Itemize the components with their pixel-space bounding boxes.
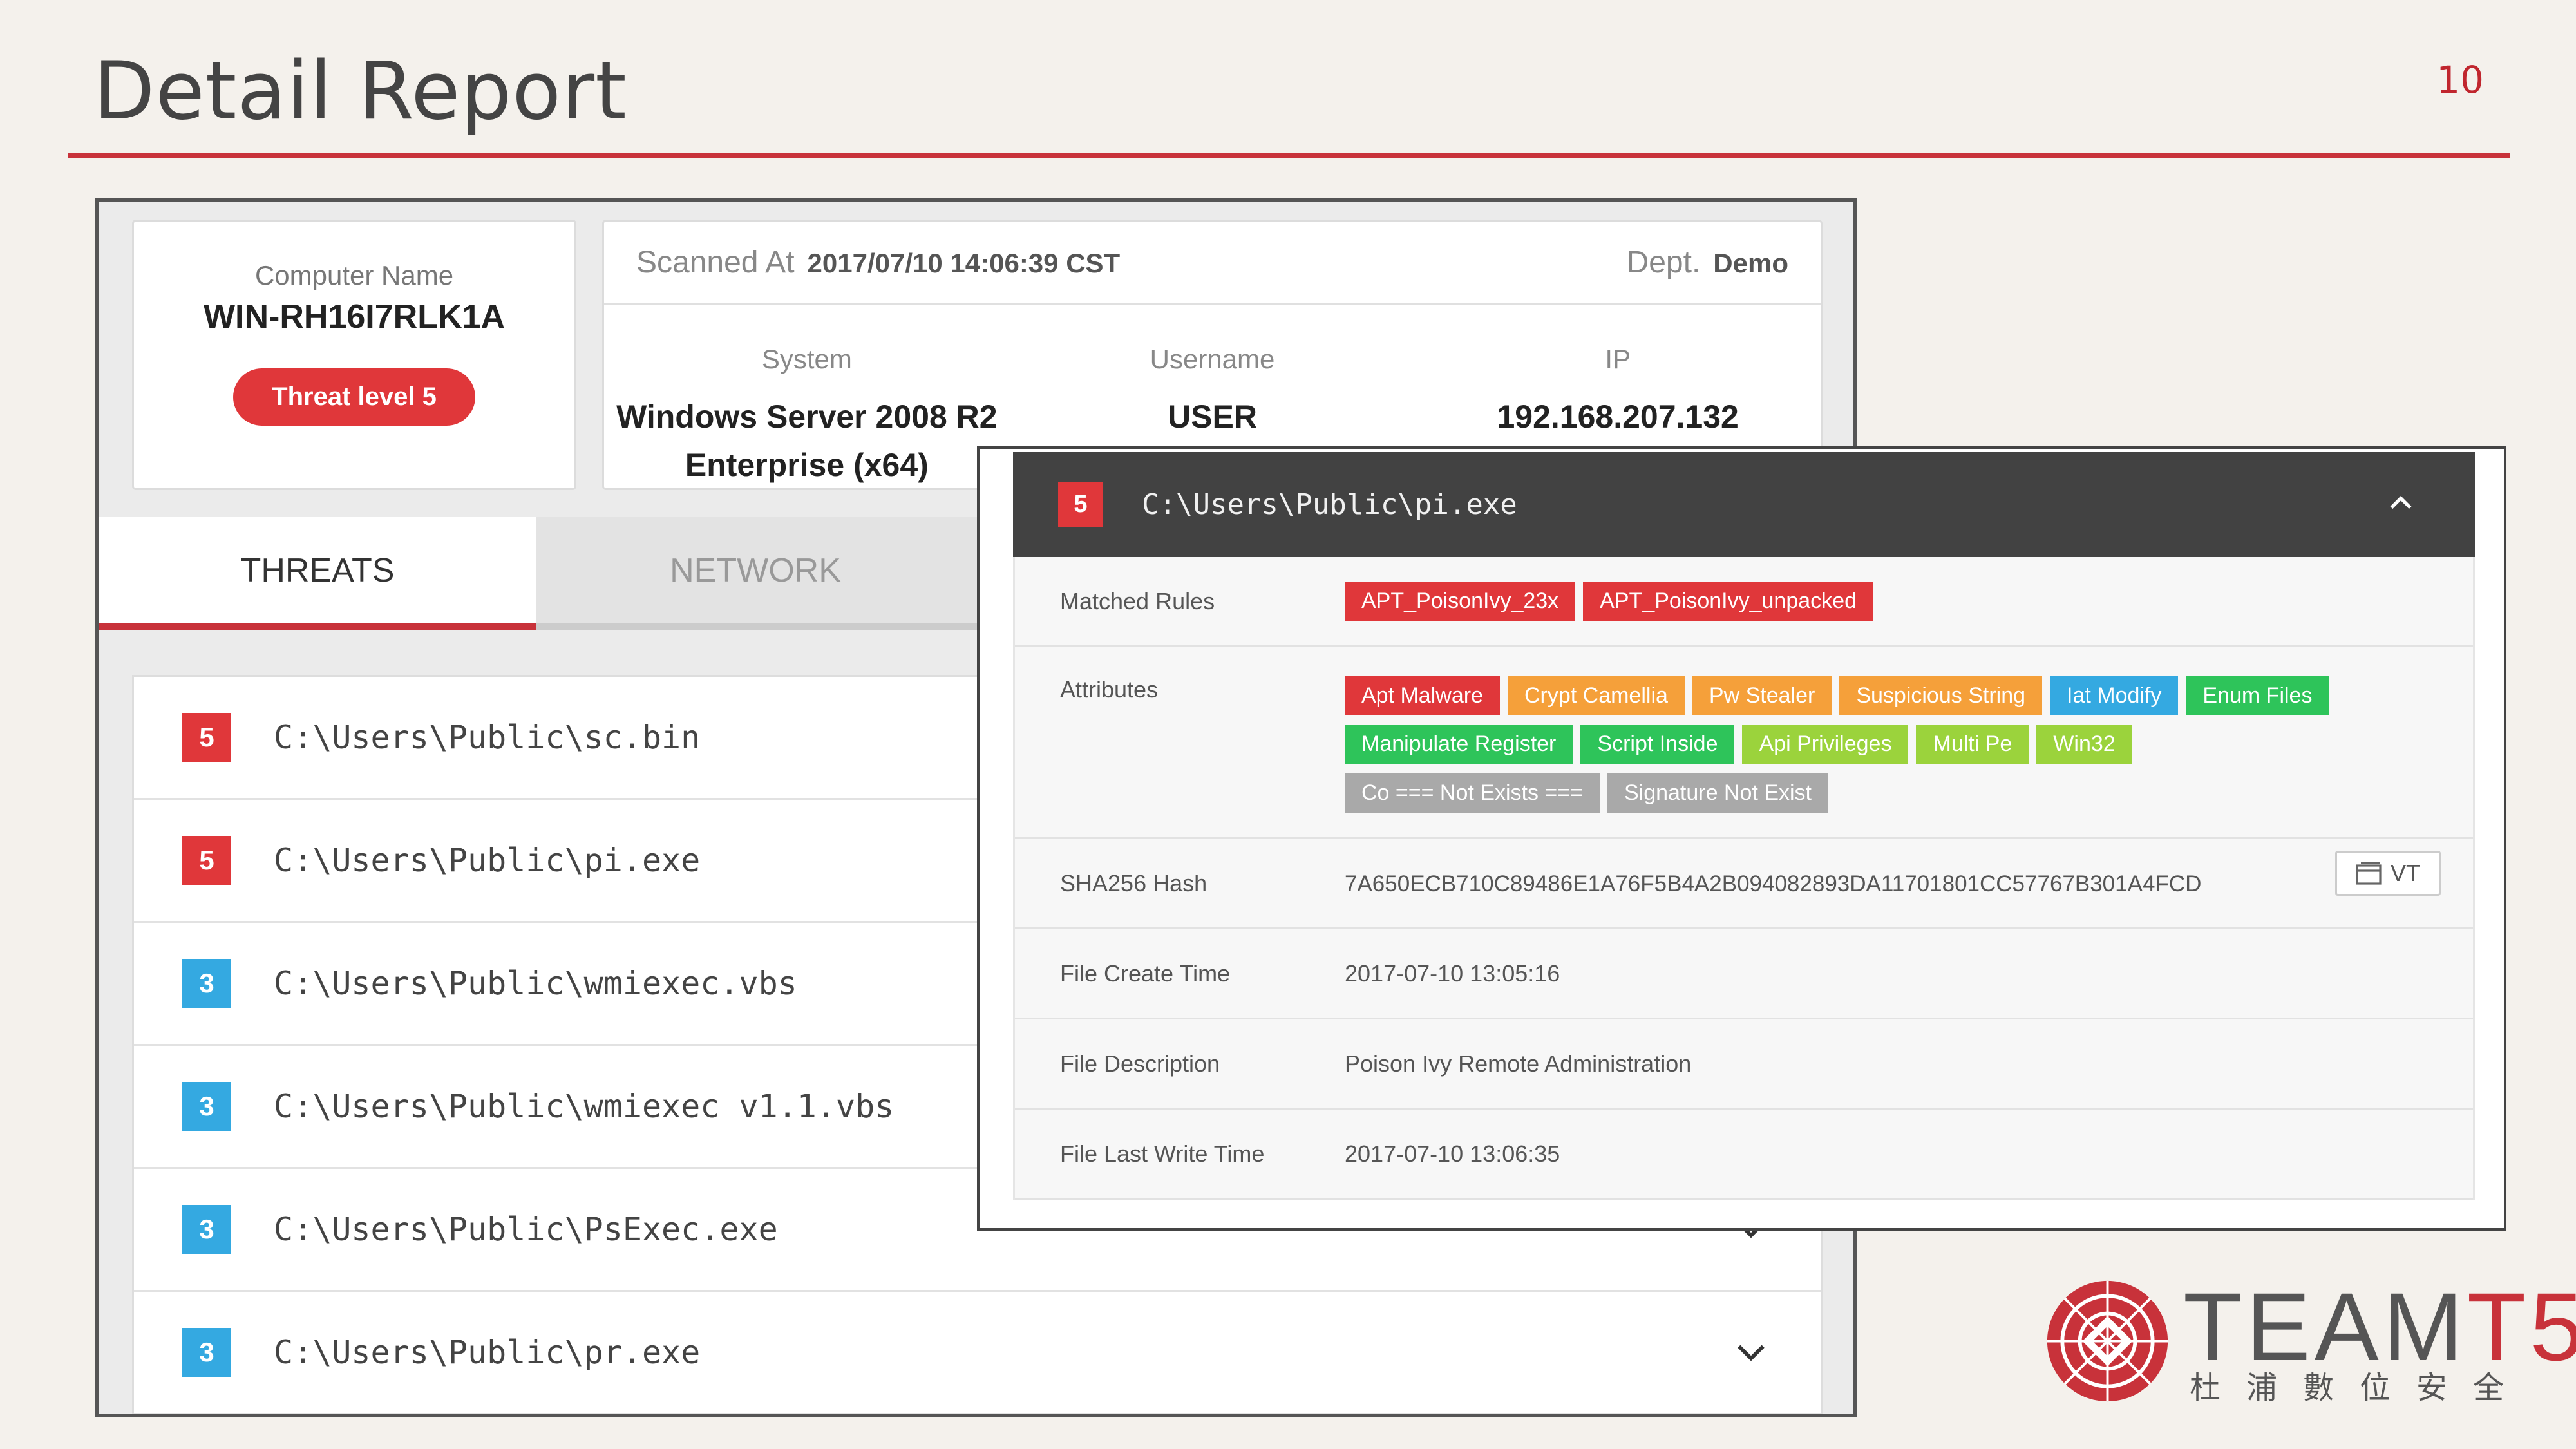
- attribute-tag: Signature Not Exist: [1607, 773, 1828, 813]
- tab-threats[interactable]: THREATS: [99, 517, 536, 630]
- rule-tag: APT_PoisonIvy_23x: [1345, 581, 1576, 621]
- matched-rules-label: Matched Rules: [1060, 587, 1215, 614]
- attributes: Apt Malware Crypt Camellia Pw Stealer Su…: [1345, 676, 2473, 813]
- scanned-at-label: Scanned At: [636, 245, 795, 279]
- file-description-row: File Description Poison Ivy Remote Admin…: [1015, 1019, 2473, 1110]
- sha256-value: 7A650ECB710C89486E1A76F5B4A2B094082893DA…: [1345, 850, 2473, 897]
- file-create-time-label: File Create Time: [1060, 960, 1231, 987]
- file-create-time: 2017-07-10 13:05:16: [1345, 960, 1560, 987]
- username-value: USER: [1168, 399, 1257, 435]
- dept-label: Dept.: [1626, 245, 1701, 279]
- threat-level-icon: 3: [182, 1328, 231, 1377]
- username-label: Username: [1150, 344, 1275, 374]
- threat-level-icon: 5: [182, 836, 231, 885]
- threat-path: C:\Users\Public\pi.exe: [274, 842, 701, 879]
- vt-button[interactable]: VT: [2335, 850, 2441, 896]
- threat-path: C:\Users\Public\PsExec.exe: [274, 1211, 778, 1248]
- threat-path: C:\Users\Public\wmiexec v1.1.vbs: [274, 1088, 895, 1125]
- system-col: System Windows Server 2008 R2 Enterprise …: [604, 344, 1010, 489]
- matched-rules-row: Matched Rules APT_PoisonIvy_23x APT_Pois…: [1015, 557, 2473, 647]
- system-value: Windows Server 2008 R2 Enterprise (x64): [604, 393, 1010, 489]
- sha256-hash: 7A650ECB710C89486E1A76F5B4A2B094082893DA…: [1345, 871, 2202, 896]
- file-last-write-time-row: File Last Write Time 2017-07-10 13:06:35: [1015, 1110, 2473, 1200]
- file-description-label: File Description: [1060, 1050, 1220, 1077]
- attributes-label: Attributes: [1060, 676, 1159, 703]
- threat-row[interactable]: 3 C:\Users\Public\pr.exe: [134, 1292, 1821, 1414]
- teamt5-logo-icon: [2047, 1280, 2168, 1402]
- file-description: Poison Ivy Remote Administration: [1345, 1050, 1692, 1077]
- chevron-down-icon[interactable]: [1733, 1334, 1769, 1370]
- threat-level-icon: 3: [182, 1082, 231, 1131]
- ip-value: 192.168.207.132: [1497, 399, 1739, 435]
- detail-path: C:\Users\Public\pi.exe: [1142, 488, 1517, 521]
- detail-header[interactable]: 5 C:\Users\Public\pi.exe: [1013, 452, 2475, 557]
- threat-level-icon: 3: [182, 1205, 231, 1254]
- attribute-tag: Apt Malware: [1345, 676, 1500, 716]
- logo-wordmark: TEAMT5: [2183, 1278, 2576, 1375]
- attributes-row: Attributes Apt Malware Crypt Camellia Pw…: [1015, 647, 2473, 840]
- computer-name: WIN-RH16I7RLK1A: [203, 298, 506, 336]
- tab-network[interactable]: NETWORK: [536, 517, 974, 630]
- attribute-tag: Iat Modify: [2050, 676, 2179, 716]
- chevron-up-icon[interactable]: [2385, 488, 2417, 520]
- attribute-tag: Co === Not Exists ===: [1345, 773, 1600, 813]
- system-label: System: [761, 344, 852, 374]
- attribute-tag: Multi Pe: [1916, 724, 2029, 764]
- threat-level-icon: 5: [182, 713, 231, 762]
- system-line2: Enterprise (x64): [685, 447, 929, 483]
- threat-path: C:\Users\Public\sc.bin: [274, 719, 701, 756]
- threat-level-badge: Threat level 5: [233, 368, 475, 426]
- threat-detail-panel: 5 C:\Users\Public\pi.exe Matched Rules A…: [977, 446, 2506, 1231]
- attribute-tag: Win32: [2036, 724, 2132, 764]
- rule-tag: APT_PoisonIvy_unpacked: [1583, 581, 1873, 621]
- computer-name-label: Computer Name: [254, 260, 454, 290]
- scanned-at: Scanned At 2017/07/10 14:06:39 CST: [636, 245, 1120, 280]
- scanned-at-value: 2017/07/10 14:06:39 CST: [807, 248, 1121, 278]
- slide-title: Detail Report: [93, 45, 627, 138]
- matched-rules: APT_PoisonIvy_23x APT_PoisonIvy_unpacked: [1345, 581, 2473, 621]
- logo-chinese: 杜浦數位安全: [2190, 1370, 2530, 1406]
- page-number: 10: [2436, 58, 2484, 102]
- attribute-tag: Api Privileges: [1742, 724, 1909, 764]
- file-last-write-time-label: File Last Write Time: [1060, 1140, 1265, 1167]
- vt-label: VT: [2390, 859, 2420, 886]
- dept: Dept. Demo: [1627, 245, 1788, 280]
- file-last-write-time: 2017-07-10 13:06:35: [1345, 1140, 1560, 1167]
- threat-path: C:\Users\Public\pr.exe: [274, 1334, 701, 1371]
- system-line1: Windows Server 2008 R2: [616, 399, 998, 435]
- sha256-label: SHA256 Hash: [1060, 869, 1208, 896]
- attribute-tag: Suspicious String: [1839, 676, 2043, 716]
- title-rule: [68, 153, 2510, 158]
- detail-level-icon: 5: [1058, 482, 1103, 527]
- threat-level-icon: 3: [182, 959, 231, 1008]
- sha256-row: SHA256 Hash 7A650ECB710C89486E1A76F5B4A2…: [1015, 839, 2473, 930]
- threat-path: C:\Users\Public\wmiexec.vbs: [274, 965, 797, 1002]
- window-icon: [2356, 862, 2382, 885]
- attribute-tag: Pw Stealer: [1692, 676, 1832, 716]
- attribute-tag: Crypt Camellia: [1507, 676, 1685, 716]
- dept-value: Demo: [1713, 248, 1788, 278]
- file-create-time-row: File Create Time 2017-07-10 13:05:16: [1015, 929, 2473, 1020]
- ip-label: IP: [1605, 344, 1631, 374]
- detail-body: Matched Rules APT_PoisonIvy_23x APT_Pois…: [1013, 557, 2475, 1200]
- attribute-tag: Script Inside: [1580, 724, 1735, 764]
- attribute-tag: Manipulate Register: [1345, 724, 1573, 764]
- computer-card: Computer Name WIN-RH16I7RLK1A Threat lev…: [132, 220, 576, 490]
- attribute-tag: Enum Files: [2186, 676, 2329, 716]
